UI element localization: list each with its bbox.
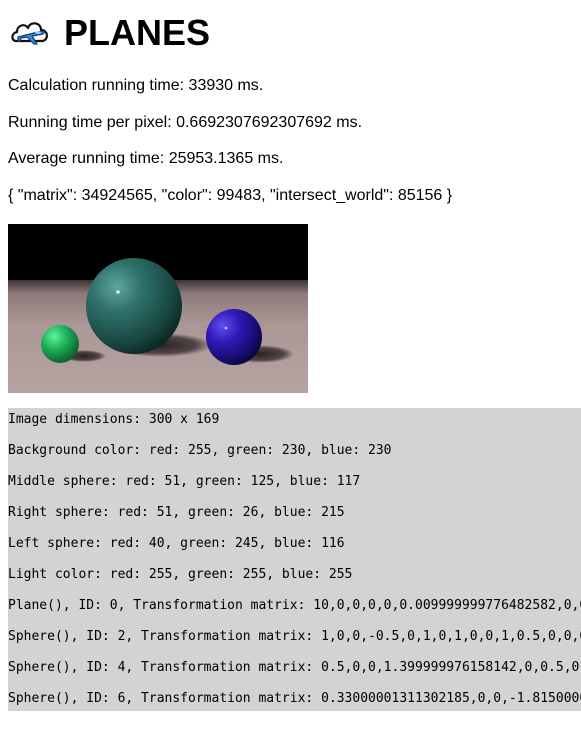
- log-line-sphere-6: Sphere(), ID: 6, Transformation matrix: …: [8, 691, 581, 706]
- log-line-image-dimensions: Image dimensions: 300 x 169: [8, 412, 220, 427]
- call-counts-text: { "matrix": 34924565, "color": 99483, "i…: [8, 187, 453, 204]
- left-sphere: [41, 325, 79, 363]
- time-per-pixel-text: Running time per pixel: 0.66923076923076…: [8, 114, 363, 131]
- log-line-left-sphere: Left sphere: red: 40, green: 245, blue: …: [8, 536, 345, 551]
- page-title: PLANES: [64, 12, 211, 53]
- calculation-time-text: Calculation running time: 33930 ms.: [8, 77, 264, 94]
- cloud-airplane-icon: [11, 22, 48, 45]
- log-line-plane: Plane(), ID: 0, Transformation matrix: 1…: [8, 598, 581, 613]
- middle-sphere-highlight: [116, 290, 120, 294]
- log-line-right-sphere: Right sphere: red: 51, green: 26, blue: …: [8, 505, 345, 520]
- scene-info-log: Image dimensions: 300 x 169 Background c…: [8, 408, 581, 711]
- log-line-background-color: Background color: red: 255, green: 230, …: [8, 443, 392, 458]
- log-line-light-color: Light color: red: 255, green: 255, blue:…: [8, 567, 353, 582]
- right-sphere-highlight: [224, 326, 228, 330]
- middle-sphere: [86, 258, 182, 354]
- average-time-text: Average running time: 25953.1365 ms.: [8, 150, 284, 167]
- right-sphere: [206, 309, 262, 365]
- log-line-sphere-4: Sphere(), ID: 4, Transformation matrix: …: [8, 660, 581, 675]
- log-line-middle-sphere: Middle sphere: red: 51, green: 125, blue…: [8, 474, 361, 489]
- rendered-scene-image: [8, 224, 308, 393]
- page-header: PLANES: [8, 11, 210, 55]
- log-line-sphere-2: Sphere(), ID: 2, Transformation matrix: …: [8, 629, 581, 644]
